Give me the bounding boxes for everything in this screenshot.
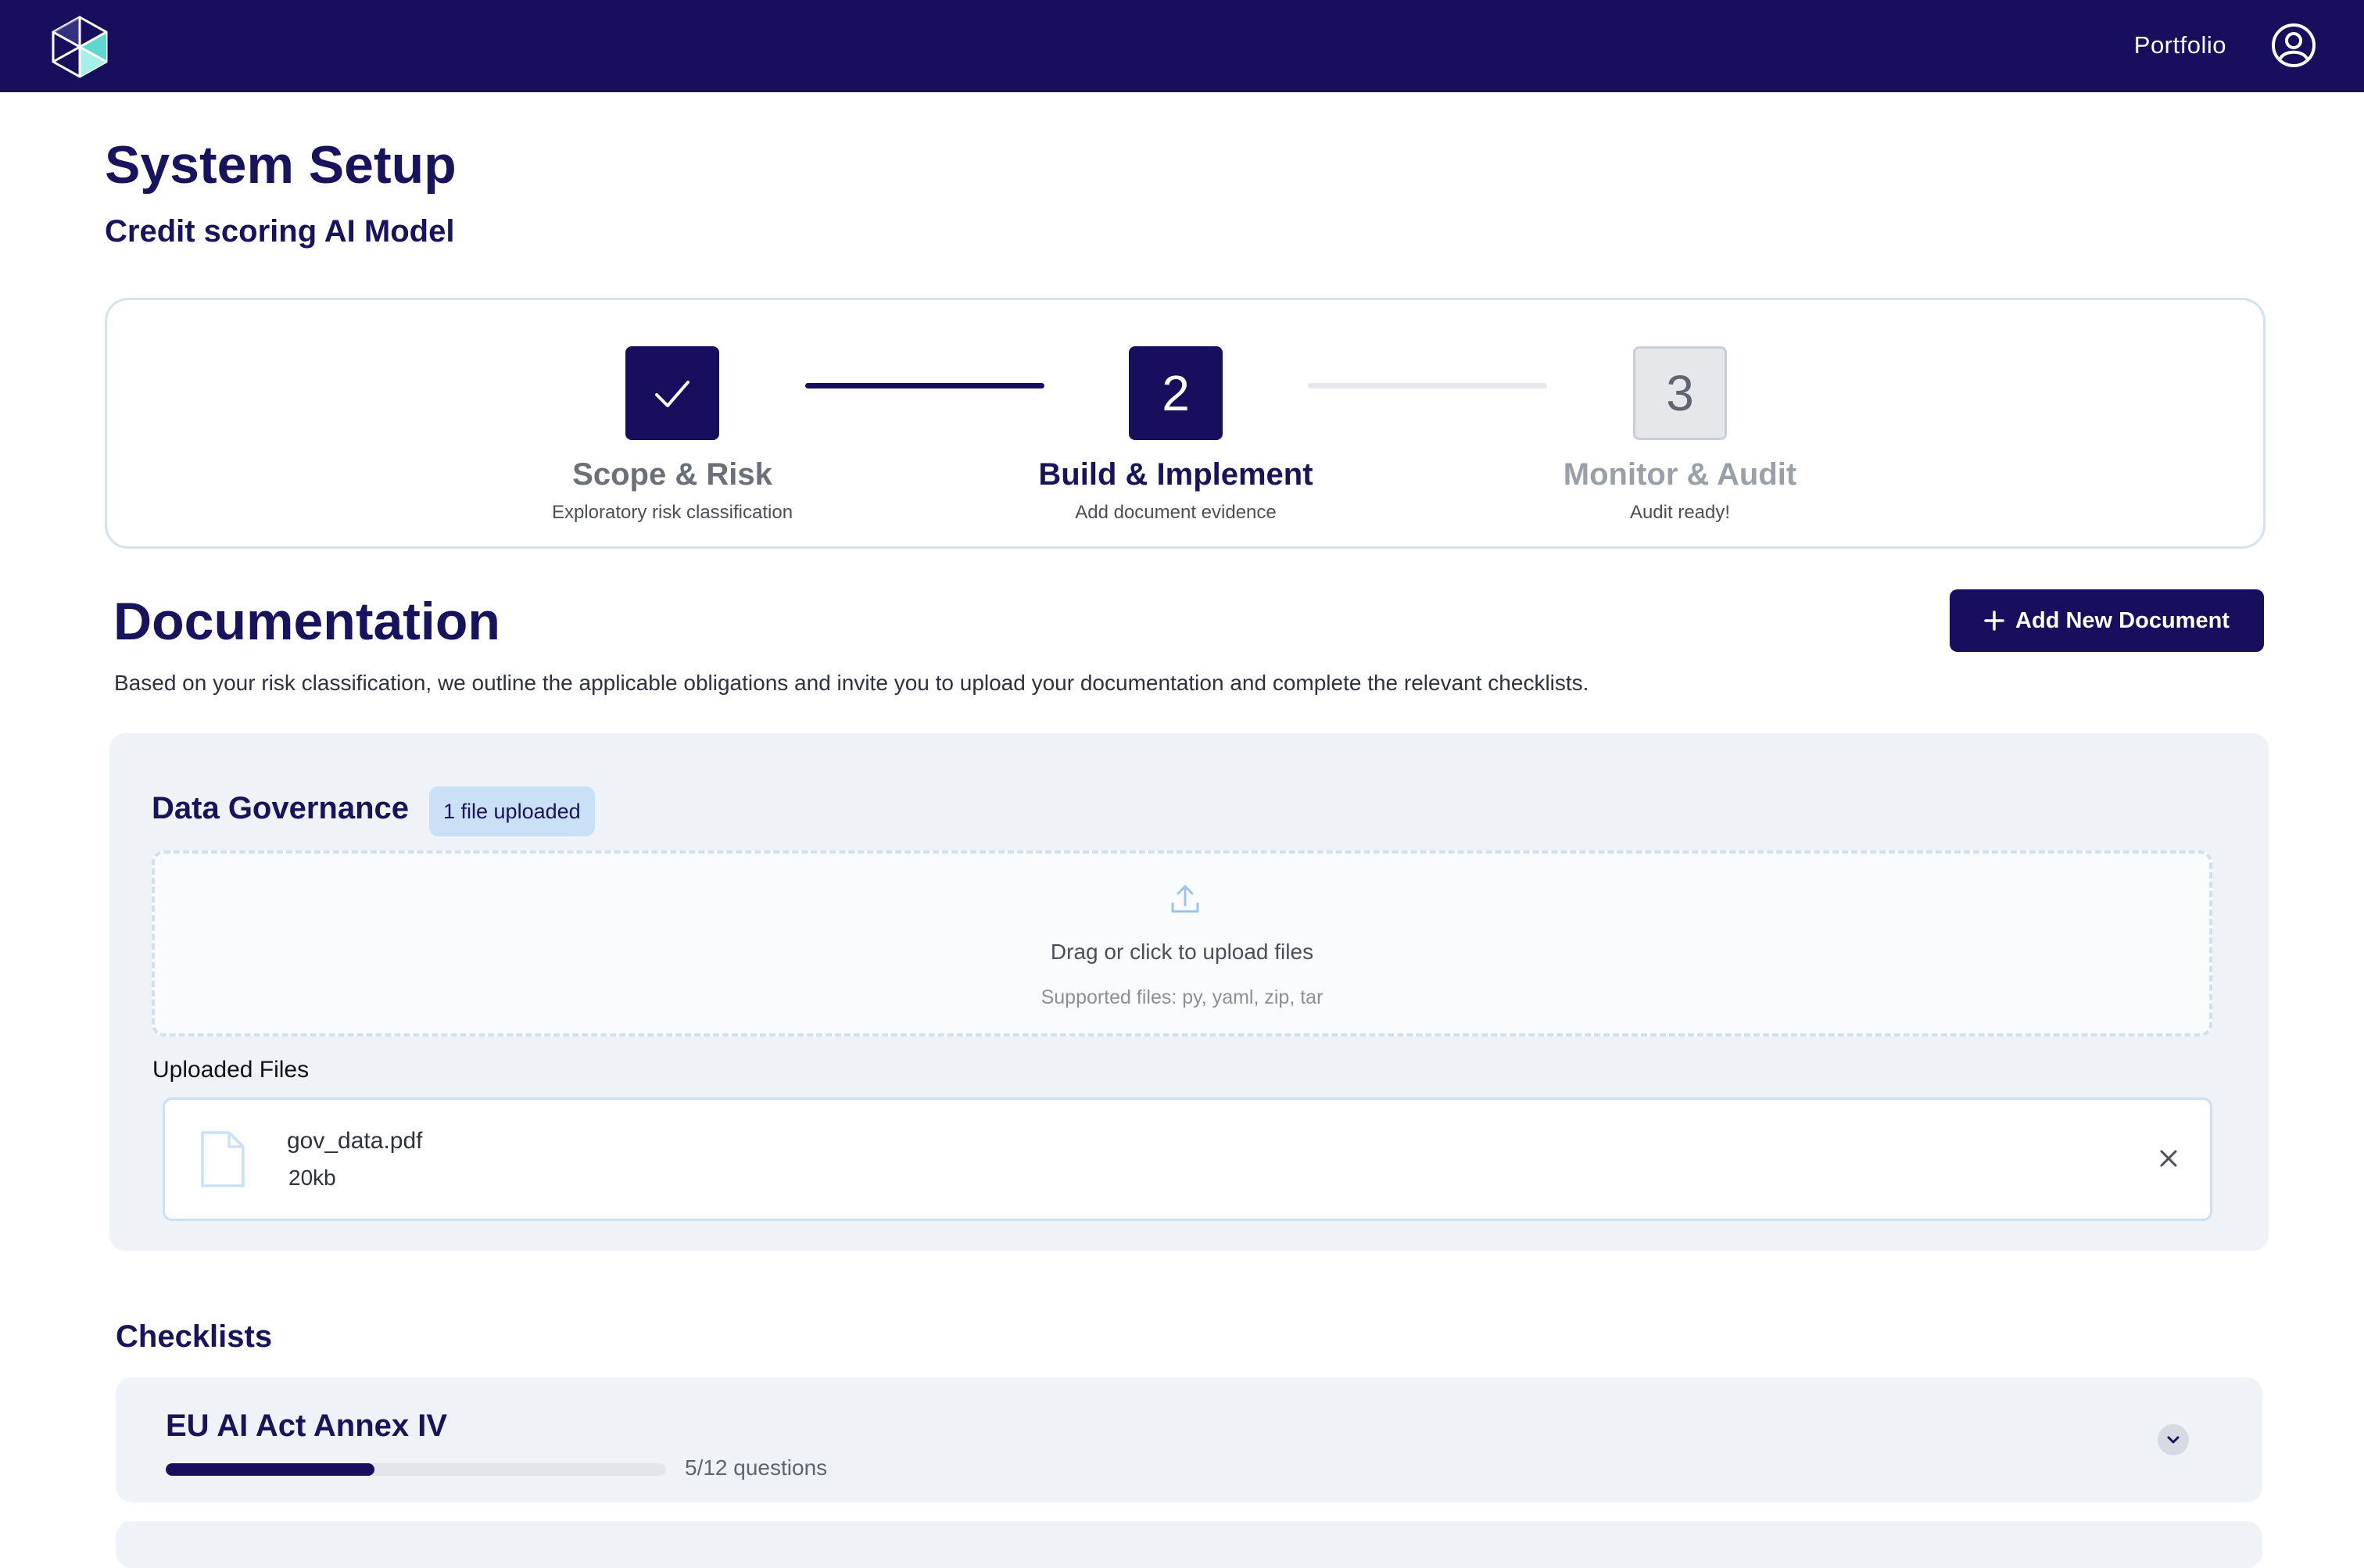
documentation-title: Documentation (113, 592, 500, 651)
step-1-title: Scope & Risk (572, 457, 772, 492)
upload-icon (1171, 885, 1199, 913)
file-upload-dropzone[interactable]: Drag or click to upload files Supported … (152, 850, 2212, 1036)
file-name: gov_data.pdf (287, 1128, 423, 1154)
checklist-item-next[interactable] (116, 1521, 2262, 1568)
step-3-pending-box[interactable]: 3 (1633, 346, 1727, 440)
step-3-title: Monitor & Audit (1563, 457, 1797, 492)
plus-icon (1984, 610, 2004, 631)
checklist-title: EU AI Act Annex IV (166, 1409, 448, 1443)
step-2-description: Add document evidence (1075, 502, 1277, 523)
step-connector-1 (805, 383, 1044, 388)
step-connector-2 (1308, 383, 1547, 388)
uploaded-files-label: Uploaded Files (152, 1057, 310, 1083)
page-subtitle: Credit scoring AI Model (105, 214, 455, 249)
checklists-title: Checklists (116, 1319, 273, 1354)
page-title: System Setup (105, 135, 457, 195)
step-1-completed-box[interactable] (625, 346, 719, 440)
step-2-active-box[interactable]: 2 (1129, 346, 1223, 440)
checklist-item-eu-ai-act[interactable]: EU AI Act Annex IV 5/12 questions (116, 1377, 2262, 1502)
step-3-description: Audit ready! (1629, 502, 1731, 523)
add-new-document-button[interactable]: Add New Document (1950, 589, 2264, 652)
user-account-icon[interactable] (2270, 22, 2317, 69)
dropzone-instructions: Drag or click to upload files (1050, 940, 1314, 964)
checkmark-icon (655, 381, 690, 407)
uploaded-file-item: gov_data.pdf 20kb (163, 1097, 2212, 1221)
add-new-document-label: Add New Document (2015, 607, 2230, 633)
step-1-description: Exploratory risk classification (551, 502, 793, 523)
step-2-title: Build & Implement (1038, 457, 1313, 492)
progress-stepper: Scope & Risk Exploratory risk classifica… (105, 298, 2266, 549)
data-governance-panel: Data Governance 1 file uploaded Drag or … (109, 733, 2269, 1251)
dropzone-supported-files: Supported files: py, yaml, zip, tar (1041, 986, 1323, 1008)
remove-file-close-icon[interactable] (2157, 1147, 2180, 1170)
nav-portfolio-link[interactable]: Portfolio (2134, 31, 2226, 59)
data-governance-title: Data Governance (152, 791, 410, 825)
file-document-icon (201, 1131, 245, 1187)
files-uploaded-badge: 1 file uploaded (429, 786, 595, 836)
top-nav-bar: Portfolio (0, 0, 2364, 92)
expand-checklist-button[interactable] (2158, 1424, 2189, 1455)
documentation-description: Based on your risk classification, we ou… (114, 671, 1589, 695)
logo-icon[interactable] (50, 16, 109, 78)
file-size: 20kb (288, 1165, 336, 1190)
checklist-progress-text: 5/12 questions (685, 1455, 828, 1480)
chevron-down-icon (2167, 1436, 2180, 1444)
checklist-progress-bar (166, 1463, 666, 1476)
checklist-progress-fill (166, 1463, 374, 1476)
